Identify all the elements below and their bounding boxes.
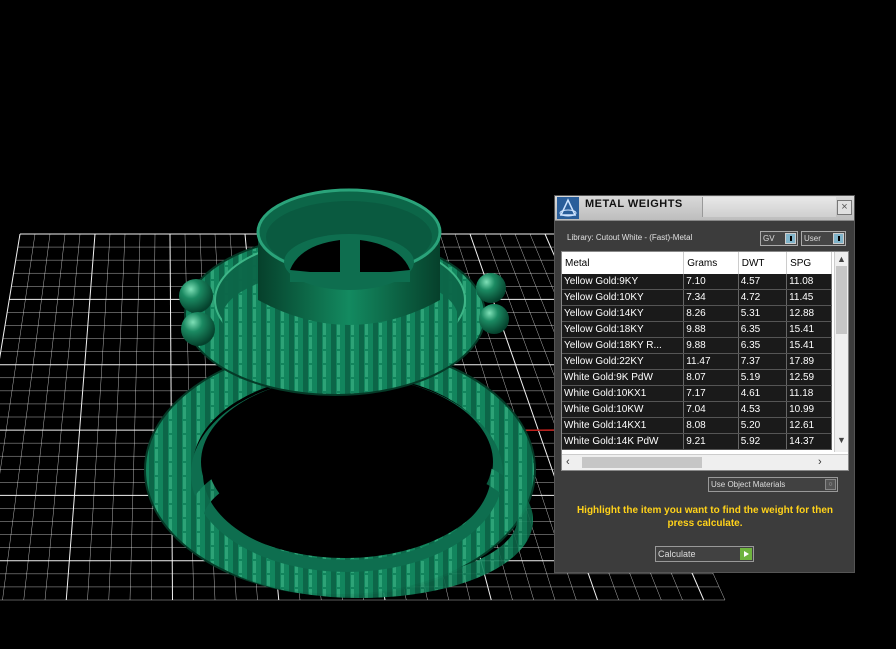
accent-ball [476, 273, 506, 303]
cell-metal: White Gold:10KX1 [562, 385, 685, 402]
table-row[interactable]: Yellow Gold:22KY 11.47 7.37 17.89 [562, 353, 832, 370]
cell-spg: 12.61 [786, 417, 832, 434]
cell-grams: 9.88 [683, 321, 739, 338]
calculate-label: Calculate [658, 549, 696, 559]
cell-dwt: 4.57 [738, 274, 788, 290]
cell-dwt: 5.92 [738, 433, 788, 450]
cell-grams: 11.47 [683, 353, 739, 370]
table-row[interactable]: Yellow Gold:18KY 9.88 6.35 15.41 [562, 321, 832, 338]
library-label: Library: Cutout White - (Fast)-Metal [567, 233, 693, 242]
cell-dwt: 4.61 [738, 385, 788, 402]
instruction-text: Highlight the item you want to find the … [576, 505, 834, 529]
vertical-scrollbar[interactable]: ▲ ▼ [834, 252, 848, 452]
user-toggle[interactable]: User [801, 231, 846, 246]
cell-spg: 17.89 [786, 353, 832, 370]
cell-metal: Yellow Gold:18KY [562, 321, 685, 338]
cell-spg: 15.41 [786, 321, 832, 338]
title-tab-area [702, 197, 836, 217]
gv-toggle[interactable]: GV [760, 231, 798, 246]
cell-metal: Yellow Gold:9KY [562, 274, 685, 290]
cell-grams: 9.88 [683, 337, 739, 354]
metal-table: Metal Grams DWT SPG Yellow Gold:9KY 7.10 4… [561, 251, 849, 471]
cell-spg: 11.18 [786, 385, 832, 402]
cell-grams: 7.34 [683, 289, 739, 306]
calculate-button[interactable]: Calculate [655, 546, 754, 562]
scroll-left-icon[interactable]: ‹ [566, 456, 570, 468]
cell-metal: Yellow Gold:22KY [562, 353, 685, 370]
cell-dwt: 5.19 [738, 369, 788, 386]
table-row[interactable]: White Gold:14K PdW 9.21 5.92 14.37 [562, 433, 832, 450]
cell-metal: Yellow Gold:14KY [562, 305, 685, 322]
table-row[interactable]: Yellow Gold:18KY R... 9.88 6.35 15.41 [562, 337, 832, 354]
material-source-value: Use Object Materials [711, 480, 786, 489]
scroll-thumb[interactable] [836, 266, 847, 334]
play-arrow-icon [740, 548, 752, 560]
cell-metal: White Gold:14K PdW [562, 433, 685, 450]
cell-spg: 15.41 [786, 337, 832, 354]
cell-grams: 7.17 [683, 385, 739, 402]
table-row[interactable]: Yellow Gold:9KY 7.10 4.57 11.08 [562, 274, 832, 290]
accent-ball [181, 312, 215, 346]
column-header-spg[interactable]: SPG [786, 252, 832, 274]
cell-dwt: 7.37 [738, 353, 788, 370]
app-logo-icon [557, 197, 579, 219]
metal-weights-panel: METAL WEIGHTS × Library: Cutout White - … [554, 195, 855, 573]
cell-metal: Yellow Gold:18KY R... [562, 337, 685, 354]
panel-title: METAL WEIGHTS [585, 198, 683, 210]
scroll-thumb[interactable] [582, 457, 702, 468]
panel-titlebar[interactable]: METAL WEIGHTS × [555, 196, 854, 221]
scroll-up-icon[interactable]: ▲ [837, 254, 846, 264]
cell-spg: 11.45 [786, 289, 832, 306]
cell-spg: 14.37 [786, 433, 832, 450]
cell-metal: Yellow Gold:10KY [562, 289, 685, 306]
table-row[interactable]: White Gold:9K PdW 8.07 5.19 12.59 [562, 369, 832, 386]
cell-spg: 12.88 [786, 305, 832, 322]
cell-dwt: 5.20 [738, 417, 788, 434]
material-source-select[interactable]: Use Object Materials ○ [708, 477, 838, 492]
column-header-metal[interactable]: Metal [562, 252, 685, 274]
cell-spg: 12.59 [786, 369, 832, 386]
table-row[interactable]: Yellow Gold:10KY 7.34 4.72 11.45 [562, 289, 832, 306]
accent-ball [179, 279, 213, 313]
cell-dwt: 4.72 [738, 289, 788, 306]
cell-dwt: 5.31 [738, 305, 788, 322]
cell-spg: 10.99 [786, 401, 832, 418]
cell-grams: 7.10 [683, 274, 739, 290]
cell-grams: 8.07 [683, 369, 739, 386]
scroll-right-icon[interactable]: › [818, 456, 822, 468]
dropdown-icon: ○ [825, 479, 836, 490]
cell-grams: 9.21 [683, 433, 739, 450]
horizontal-scrollbar[interactable]: ‹ › [562, 454, 848, 470]
table-header-row: Metal Grams DWT SPG [562, 252, 832, 274]
accent-ball [479, 304, 509, 334]
column-header-grams[interactable]: Grams [683, 252, 739, 274]
cell-grams: 8.26 [683, 305, 739, 322]
table-row[interactable]: White Gold:14KX1 8.08 5.20 12.61 [562, 417, 832, 434]
cell-metal: White Gold:10KW [562, 401, 685, 418]
cell-spg: 11.08 [786, 274, 832, 290]
cell-dwt: 6.35 [738, 337, 788, 354]
cell-metal: White Gold:9K PdW [562, 369, 685, 386]
ring-model[interactable] [144, 188, 536, 598]
cell-grams: 8.08 [683, 417, 739, 434]
scroll-down-icon[interactable]: ▼ [837, 435, 846, 445]
cell-metal: White Gold:14KX1 [562, 417, 685, 434]
close-button[interactable]: × [837, 200, 852, 215]
toggle-knob-icon [785, 233, 796, 244]
user-toggle-label: User [804, 234, 821, 243]
cell-dwt: 4.53 [738, 401, 788, 418]
column-header-dwt[interactable]: DWT [738, 252, 788, 274]
gv-toggle-label: GV [763, 234, 775, 243]
cell-grams: 7.04 [683, 401, 739, 418]
toggle-knob-icon [833, 233, 844, 244]
table-row[interactable]: White Gold:10KX1 7.17 4.61 11.18 [562, 385, 832, 402]
table-row[interactable]: White Gold:10KW 7.04 4.53 10.99 [562, 401, 832, 418]
table-row[interactable]: Yellow Gold:14KY 8.26 5.31 12.88 [562, 305, 832, 322]
cell-dwt: 6.35 [738, 321, 788, 338]
